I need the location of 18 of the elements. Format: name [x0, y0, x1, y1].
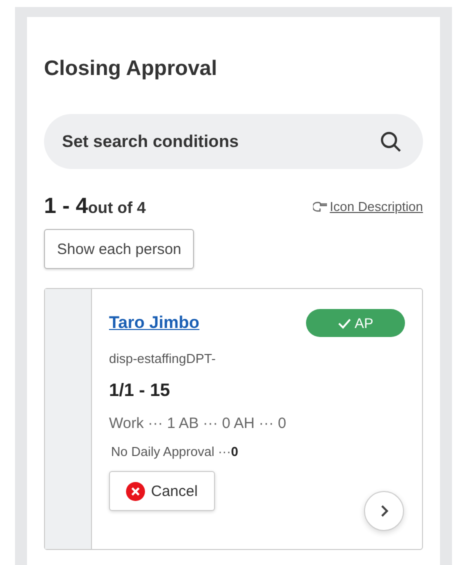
department-text: disp-estaffingDPT- — [109, 351, 217, 366]
cancel-button[interactable]: Cancel — [109, 471, 215, 511]
page-title: Closing Approval — [44, 57, 218, 81]
show-each-person-button[interactable]: Show each person — [44, 229, 194, 269]
chevron-right-icon — [379, 504, 389, 518]
result-range: 1 - 4 — [44, 193, 88, 218]
search-icon — [379, 130, 403, 154]
search-field[interactable]: Set search conditions — [44, 114, 423, 169]
result-total: out of 4 — [88, 200, 146, 217]
icon-description-link[interactable]: Icon Description — [312, 199, 423, 214]
close-icon — [126, 482, 145, 500]
next-button[interactable] — [364, 491, 404, 531]
work-summary: Work ··· 1 AB ··· 0 AH ··· 0 — [109, 415, 288, 432]
person-name-link[interactable]: Taro Jimbo — [109, 313, 200, 333]
daily-approval-text: No Daily Approval ···0 — [110, 444, 240, 459]
status-badge: AP — [306, 309, 405, 337]
check-icon — [338, 318, 351, 328]
period-text: 1/1 - 15 — [109, 380, 172, 401]
